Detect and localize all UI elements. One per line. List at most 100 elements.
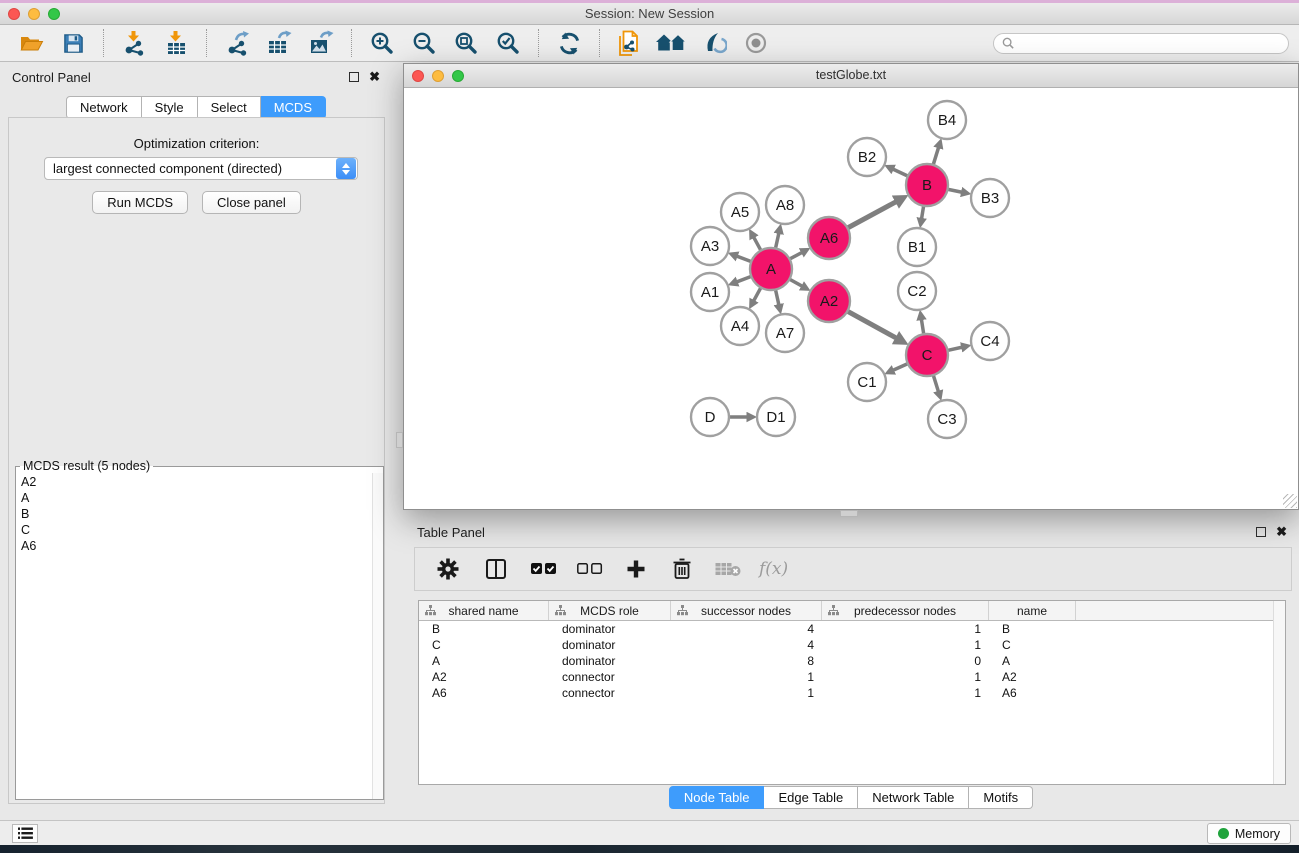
table-cell[interactable]: 1: [671, 685, 822, 701]
control-panel-tab-select[interactable]: Select: [198, 96, 261, 119]
window-resize-grip[interactable]: [1283, 494, 1297, 508]
graph-edge-B-B1[interactable]: [921, 206, 924, 223]
table-cell[interactable]: 8: [671, 653, 822, 669]
table-cell[interactable]: 1: [822, 685, 989, 701]
graph-edge-C-C2[interactable]: [921, 315, 924, 334]
zoom-in-button[interactable]: [364, 27, 400, 59]
deselect-all-columns-button[interactable]: [573, 552, 607, 586]
column-header-MCDS-role[interactable]: MCDS role: [549, 601, 671, 620]
mcds-result-item[interactable]: A6: [16, 538, 372, 554]
graph-edge-A-A4[interactable]: [752, 287, 761, 304]
graph-edge-A-A1[interactable]: [733, 276, 752, 283]
graph-edge-A6-B[interactable]: [847, 199, 901, 228]
table-cell[interactable]: dominator: [549, 653, 671, 669]
table-tab-node-table[interactable]: Node Table: [669, 786, 765, 809]
table-cell[interactable]: 1: [822, 669, 989, 685]
table-cell[interactable]: C: [989, 637, 1076, 653]
birds-eye-view-button[interactable]: [738, 27, 774, 59]
network-window-titlebar[interactable]: testGlobe.txt: [404, 64, 1298, 88]
table-cell[interactable]: A: [419, 653, 549, 669]
select-all-columns-button[interactable]: [527, 552, 561, 586]
table-row[interactable]: Cdominator41C: [419, 637, 1285, 653]
zoom-fit-button[interactable]: [448, 27, 484, 59]
close-network-window-button[interactable]: [412, 70, 424, 82]
run-mcds-button[interactable]: Run MCDS: [92, 191, 188, 214]
panel-divider-handle[interactable]: [840, 510, 858, 517]
table-cell[interactable]: 4: [671, 637, 822, 653]
export-network-button[interactable]: [219, 27, 255, 59]
graph-edge-B-B3[interactable]: [948, 189, 967, 193]
table-cell[interactable]: C: [419, 637, 549, 653]
zoom-selected-button[interactable]: [490, 27, 526, 59]
graph-edge-B-B4[interactable]: [933, 143, 940, 165]
import-table-button[interactable]: [158, 27, 194, 59]
graph-edge-C-C1[interactable]: [889, 364, 908, 372]
close-panel-icon[interactable]: ✖: [1276, 527, 1287, 537]
new-network-from-selection-button[interactable]: [612, 27, 648, 59]
function-builder-button[interactable]: f(x): [759, 559, 788, 579]
refresh-button[interactable]: [551, 27, 587, 59]
control-panel-tab-mcds[interactable]: MCDS: [261, 96, 326, 119]
table-settings-button[interactable]: [431, 552, 465, 586]
show-column-panel-button[interactable]: [479, 552, 513, 586]
graph-edge-A-A2[interactable]: [789, 279, 806, 288]
table-row[interactable]: Adominator80A: [419, 653, 1285, 669]
close-window-button[interactable]: [8, 8, 20, 20]
save-session-button[interactable]: [55, 27, 91, 59]
export-image-button[interactable]: [303, 27, 339, 59]
table-cell[interactable]: connector: [549, 669, 671, 685]
minimize-window-button[interactable]: [28, 8, 40, 20]
column-header-shared-name[interactable]: shared name: [419, 601, 549, 620]
graph-edge-B-B2[interactable]: [889, 167, 908, 176]
float-panel-icon[interactable]: [1256, 527, 1266, 537]
graph-edge-A-A5[interactable]: [752, 233, 761, 250]
graph-edge-A-A3[interactable]: [733, 255, 752, 262]
import-network-button[interactable]: [116, 27, 152, 59]
search-input[interactable]: [1019, 36, 1280, 50]
table-cell[interactable]: dominator: [549, 637, 671, 653]
table-cell[interactable]: A6: [419, 685, 549, 701]
table-cell[interactable]: A: [989, 653, 1076, 669]
control-panel-tab-network[interactable]: Network: [66, 96, 142, 119]
column-header-name[interactable]: name: [989, 601, 1076, 620]
graph-edge-A-A6[interactable]: [790, 250, 806, 259]
first-neighbors-button[interactable]: [654, 27, 690, 59]
table-cell[interactable]: 0: [822, 653, 989, 669]
control-panel-tab-style[interactable]: Style: [142, 96, 198, 119]
export-table-button[interactable]: [261, 27, 297, 59]
table-cell[interactable]: 4: [671, 621, 822, 637]
delete-column-button[interactable]: [665, 552, 699, 586]
table-cell[interactable]: dominator: [549, 621, 671, 637]
table-tab-edge-table[interactable]: Edge Table: [764, 786, 858, 809]
mcds-result-item[interactable]: C: [16, 522, 372, 538]
table-cell[interactable]: B: [989, 621, 1076, 637]
table-cell[interactable]: A6: [989, 685, 1076, 701]
zoom-out-button[interactable]: [406, 27, 442, 59]
mcds-result-item[interactable]: A: [16, 490, 372, 506]
memory-button[interactable]: Memory: [1207, 823, 1291, 844]
minimize-network-window-button[interactable]: [432, 70, 444, 82]
table-cell[interactable]: B: [419, 621, 549, 637]
maximize-network-window-button[interactable]: [452, 70, 464, 82]
network-graph[interactable]: B4B2BB3A5A8A6A3B1AA1C2A2A4A7C4CC1C3DD1: [404, 88, 1298, 509]
table-row[interactable]: A2connector11A2: [419, 669, 1285, 685]
table-tab-network-table[interactable]: Network Table: [858, 786, 969, 809]
show-panels-menu-button[interactable]: [12, 824, 38, 843]
table-cell[interactable]: 1: [671, 669, 822, 685]
mcds-result-item[interactable]: B: [16, 506, 372, 522]
graph-edge-A-A8[interactable]: [775, 229, 779, 249]
table-cell[interactable]: 1: [822, 621, 989, 637]
table-cell[interactable]: connector: [549, 685, 671, 701]
optimization-criterion-select[interactable]: largest connected component (directed): [44, 157, 358, 180]
table-row[interactable]: A6connector11A6: [419, 685, 1285, 701]
column-header-successor-nodes[interactable]: successor nodes: [671, 601, 822, 620]
delete-table-button[interactable]: [711, 552, 745, 586]
maximize-window-button[interactable]: [48, 8, 60, 20]
panel-divider-handle[interactable]: [396, 432, 403, 448]
graph-edge-A2-C[interactable]: [847, 311, 902, 341]
add-column-button[interactable]: [619, 552, 653, 586]
float-panel-icon[interactable]: [349, 72, 359, 82]
graph-edge-C-C3[interactable]: [933, 375, 940, 396]
mcds-result-scrollbar[interactable]: [372, 473, 383, 799]
graph-edge-A-A7[interactable]: [775, 290, 779, 310]
